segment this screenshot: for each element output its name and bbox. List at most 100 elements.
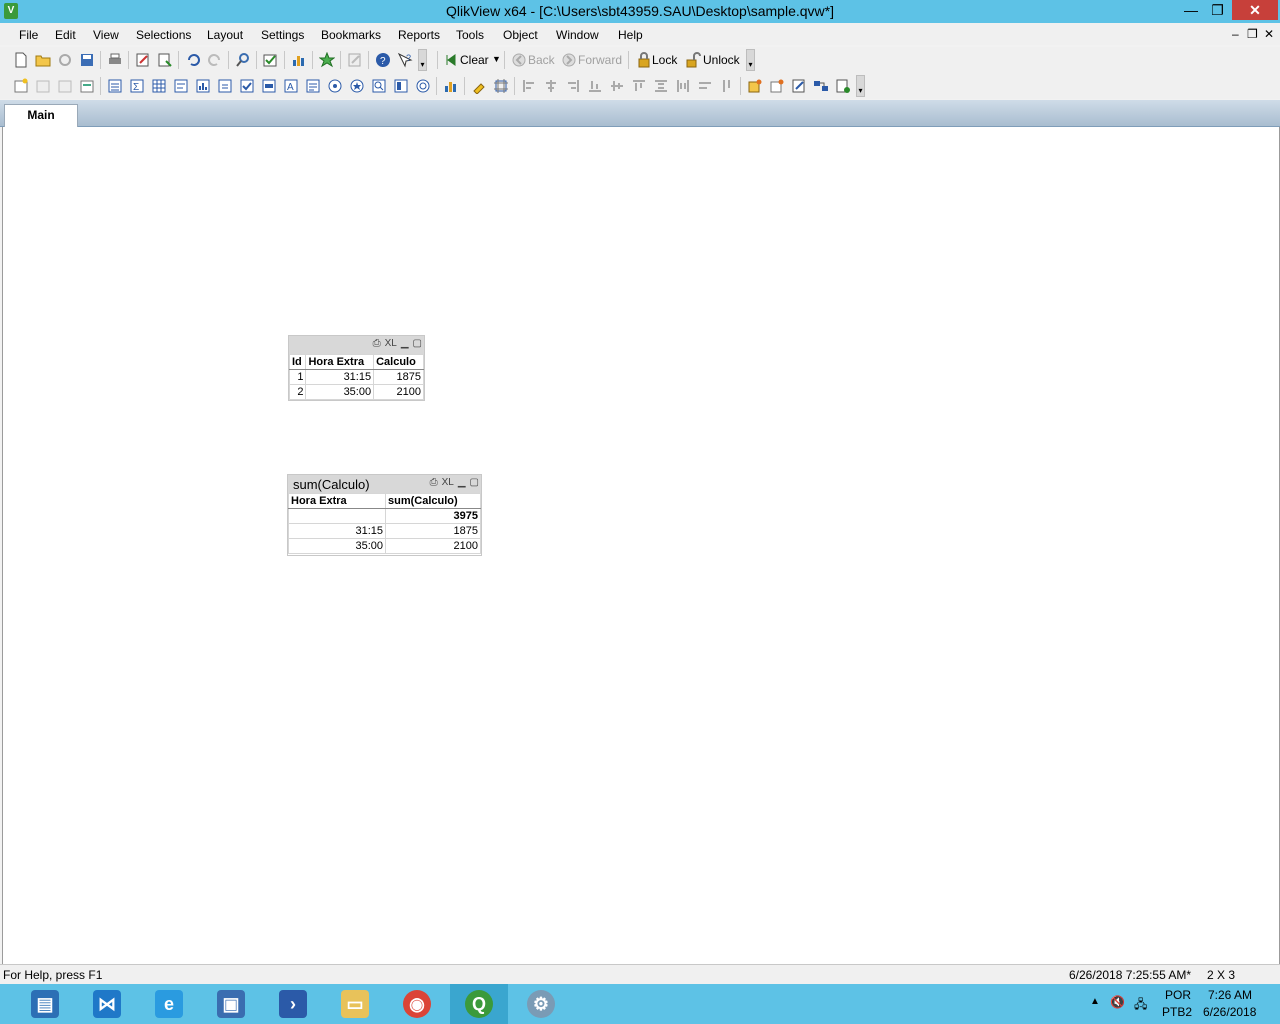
keyboard-layout[interactable]: PTB2 [1162,1005,1192,1019]
table-cell[interactable]: 1875 [385,523,481,539]
sheet-area[interactable] [2,127,1280,964]
mdi-restore-button[interactable]: ❐ [1247,27,1258,41]
column-header-id[interactable]: Id [288,354,307,370]
close-button[interactable]: ✕ [1232,0,1278,20]
back-icon[interactable] [511,52,527,68]
context-help-icon[interactable]: ? [397,52,413,68]
menu-selections[interactable]: Selections [136,28,191,42]
table-cell[interactable]: 35:00 [305,384,375,400]
unlock-icon[interactable] [685,52,701,68]
forward-button[interactable]: Forward [578,53,622,67]
table-box[interactable]: ⎙ XL ▁ ▢ Id Hora Extra Calculo 1 31:15 1875… [288,335,425,401]
bookmark-object-icon[interactable] [349,78,365,94]
adjust-top-icon[interactable] [719,78,735,94]
lock-button[interactable]: Lock [652,53,677,67]
reload-data-icon[interactable] [157,52,173,68]
restore-button[interactable]: ❐ [1204,0,1231,20]
taskbar-powershell[interactable]: › [264,984,322,1024]
table-cell[interactable]: 1875 [373,369,424,385]
new-chart-icon[interactable] [195,78,211,94]
align-top-icon[interactable] [631,78,647,94]
total-cell[interactable]: 3975 [385,508,481,524]
text-object-icon[interactable]: A [283,78,299,94]
align-right-icon[interactable] [565,78,581,94]
volume-muted-icon[interactable]: 🔇 [1110,995,1125,1009]
tray-expand-icon[interactable]: ▲ [1090,996,1100,1007]
document-properties-icon[interactable] [747,78,763,94]
redo-icon[interactable] [207,52,223,68]
server-object-icon[interactable] [415,78,431,94]
menu-object[interactable]: Object [503,28,538,42]
promote-sheet-icon[interactable] [35,78,51,94]
format-painter-icon[interactable] [471,78,487,94]
align-center-icon[interactable] [543,78,559,94]
table-box-icon[interactable] [151,78,167,94]
clear-dropdown-icon[interactable]: ▼ [492,54,501,64]
align-bottom-icon[interactable] [587,78,603,94]
clock-time[interactable]: 7:26 AM [1208,988,1252,1002]
table-cell[interactable]: 2100 [373,384,424,400]
align-middle-icon[interactable] [609,78,625,94]
mdi-close-button[interactable]: ✕ [1264,27,1274,41]
edit-script-icon[interactable] [135,52,151,68]
unlock-button[interactable]: Unlock [703,53,740,67]
maximize-icon[interactable]: ▢ [470,477,479,488]
column-header-sum-calculo[interactable]: sum(Calculo) [385,493,481,509]
undo-icon[interactable] [185,52,201,68]
menu-file[interactable]: File [19,28,38,42]
adjust-left-icon[interactable] [697,78,713,94]
edit-expression-icon[interactable] [347,52,363,68]
table-cell[interactable]: 2 [288,384,307,400]
print-icon[interactable] [107,52,123,68]
edit-module-icon[interactable] [791,78,807,94]
input-box-icon[interactable] [217,78,233,94]
chart-caption[interactable]: sum(Calculo) ⎙ XL ▁ ▢ [288,475,481,493]
minimize-icon[interactable]: ▁ [458,477,466,488]
open-folder-icon[interactable] [35,52,51,68]
help-icon[interactable]: ? [375,52,391,68]
minimize-icon[interactable]: ▁ [401,338,409,349]
mdi-minimize-button[interactable]: – [1232,27,1239,41]
bookmark-star-icon[interactable] [319,52,335,68]
maximize-icon[interactable]: ▢ [413,338,422,349]
table-box-caption[interactable]: ⎙ XL ▁ ▢ [289,336,424,354]
current-selections-box-icon[interactable] [239,78,255,94]
search-object-icon[interactable] [371,78,387,94]
search-icon[interactable] [235,52,251,68]
table-viewer-icon[interactable] [813,78,829,94]
expression-overview-icon[interactable] [835,78,851,94]
current-selections-icon[interactable] [262,52,278,68]
taskbar-visual-studio-code[interactable]: ⋈ [78,984,136,1024]
chart-icon[interactable] [291,52,307,68]
space-vertical-icon[interactable] [653,78,669,94]
xl-icon[interactable]: XL [442,477,454,488]
table-cell[interactable]: 31:15 [288,523,386,539]
list-box-icon[interactable] [107,78,123,94]
clock-date[interactable]: 6/26/2018 [1203,1005,1256,1019]
space-horizontal-icon[interactable] [675,78,691,94]
taskbar-chrome[interactable]: ◉ [388,984,446,1024]
taskbar-server-manager[interactable]: ▤ [16,984,74,1024]
column-header-hora-extra[interactable]: Hora Extra [288,493,386,509]
table-cell[interactable]: 35:00 [288,538,386,554]
menu-settings[interactable]: Settings [261,28,304,42]
tab-main[interactable]: Main [4,104,78,127]
menu-tools[interactable]: Tools [456,28,484,42]
menu-layout[interactable]: Layout [207,28,243,42]
container-object-icon[interactable] [393,78,409,94]
menu-reports[interactable]: Reports [398,28,440,42]
sheet-properties-2-icon[interactable] [769,78,785,94]
input-language[interactable]: POR [1165,988,1191,1002]
taskbar-file-explorer[interactable]: ▭ [326,984,384,1024]
toolbar-grip[interactable]: ▾ [418,49,427,71]
toolbar-grip[interactable]: ▾ [746,49,755,71]
taskbar-remote-desktop[interactable]: ▣ [202,984,260,1024]
new-sheet-icon[interactable] [13,78,29,94]
taskbar-qlikview[interactable]: Q [450,984,508,1024]
table-cell[interactable]: 2100 [385,538,481,554]
menu-edit[interactable]: Edit [55,28,76,42]
statistics-box-icon[interactable]: Σ [129,78,145,94]
grid-icon[interactable] [493,78,509,94]
print-icon[interactable]: ⎙ [373,338,381,349]
back-button[interactable]: Back [528,53,555,67]
